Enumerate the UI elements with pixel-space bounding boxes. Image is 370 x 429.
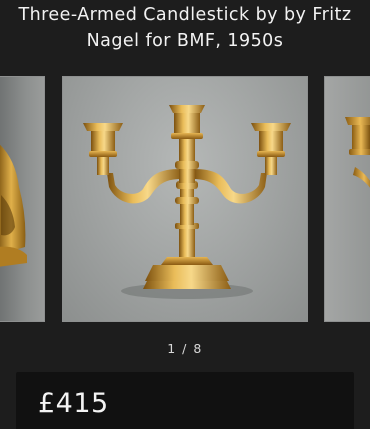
candlestick-main-image[interactable] — [62, 76, 308, 322]
product-title: Three-Armed Candlestick by by Fritz Nage… — [18, 5, 352, 51]
candlestick-partial-image — [0, 144, 27, 267]
price-card: £415 — [16, 372, 354, 429]
price-label: £415 — [38, 388, 109, 419]
three-armed-candlestick-photo — [83, 105, 291, 299]
image-carousel[interactable] — [0, 76, 370, 322]
previous-image-thumbnail[interactable] — [0, 76, 45, 322]
candlestick-partial-image — [345, 117, 370, 188]
product-screen: Three-Armed Candlestick by by Fritz Nage… — [0, 0, 370, 429]
image-counter: 1 / 8 — [167, 341, 203, 356]
next-image-thumbnail[interactable] — [324, 76, 370, 322]
